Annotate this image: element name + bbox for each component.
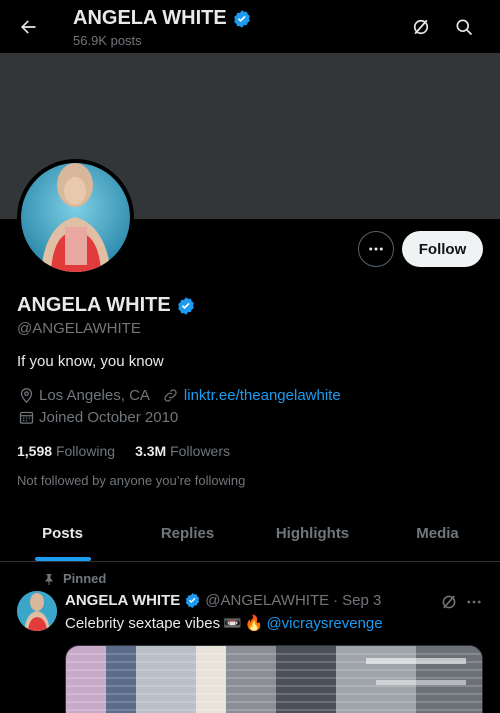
post-author-name[interactable]: ANGELA WHITE [65,592,180,609]
grok-button[interactable] [404,10,438,44]
header-title-group: ANGELA WHITE [73,7,252,30]
profile-joined-date: Joined October 2010 [39,408,179,426]
profile-display-name-group: ANGELA WHITE [17,294,196,317]
profile-website-link[interactable]: linktr.ee/theangelawhite [184,387,341,404]
profile-handle: @ANGELAWHITE [17,320,141,337]
tab-highlights[interactable]: Highlights [250,505,375,561]
profile-stats: 1,598 Following 3.3M Followers [17,443,230,459]
pinned-indicator: Pinned [43,571,106,586]
grok-icon [442,595,456,609]
post-media[interactable] [65,645,483,713]
post-more-button[interactable] [462,590,486,614]
tab-replies[interactable]: Replies [125,505,250,561]
search-icon [456,19,473,36]
link-icon [162,386,180,404]
profile-location: Los Angeles, CA [39,386,150,404]
pin-icon [45,573,53,585]
post-text: Celebrity sextape vibes [65,614,221,632]
verified-badge-icon [233,9,250,28]
location-icon [17,386,35,404]
profile-meta-row-1: Los Angeles, CA linktr.ee/theangelawhite [17,386,341,404]
verified-badge-icon [186,593,200,608]
search-button[interactable] [447,10,481,44]
post-header: ANGELA WHITE @ANGELAWHITE · Sep 3 [65,592,381,609]
pinned-label: Pinned [63,571,107,586]
not-followed-notice: Not followed by anyone you’re following [17,473,246,488]
top-bar: ANGELA WHITE 56.9K posts [0,0,500,53]
post-grok-button[interactable] [437,590,461,614]
back-button[interactable] [11,10,45,44]
following-count: 1,598 [17,443,53,459]
post-author-avatar[interactable] [17,591,57,631]
post-date[interactable]: Sep 3 [342,592,381,609]
fire-emoji: 🔥 [244,615,264,632]
header-post-count: 56.9K posts [73,33,142,48]
post-separator: · [333,592,339,609]
profile-avatar[interactable] [17,159,134,276]
followers-label: Followers [170,443,230,459]
verified-badge-icon[interactable] [176,296,196,316]
more-icon [467,600,481,604]
videocassette-emoji: 📼 [223,615,242,632]
profile-meta-row-2: Joined October 2010 [17,408,178,426]
grok-icon [413,19,429,35]
followers-count: 3.3M [135,443,167,459]
post-body: Celebrity sextape vibes 📼 🔥 @vicraysreven… [65,614,383,633]
post-mention-link[interactable]: @vicraysrevenge [266,615,382,632]
header-title: ANGELA WHITE [73,7,227,29]
tab-posts[interactable]: Posts [0,505,125,561]
more-options-button[interactable] [358,231,394,267]
follow-button[interactable]: Follow [402,231,483,267]
post-author-handle[interactable]: @ANGELAWHITE [205,592,329,609]
calendar-icon [17,408,35,426]
more-icon [369,247,383,251]
back-arrow-icon [21,20,36,34]
profile-tabs: Posts Replies Highlights Media [0,505,500,562]
tab-media[interactable]: Media [375,505,500,561]
following-link[interactable]: 1,598 Following [17,443,115,459]
following-label: Following [55,443,116,459]
profile-bio: If you know, you know [17,353,164,370]
followers-link[interactable]: 3.3M Followers [135,443,230,459]
profile-display-name: ANGELA WHITE [17,294,171,316]
